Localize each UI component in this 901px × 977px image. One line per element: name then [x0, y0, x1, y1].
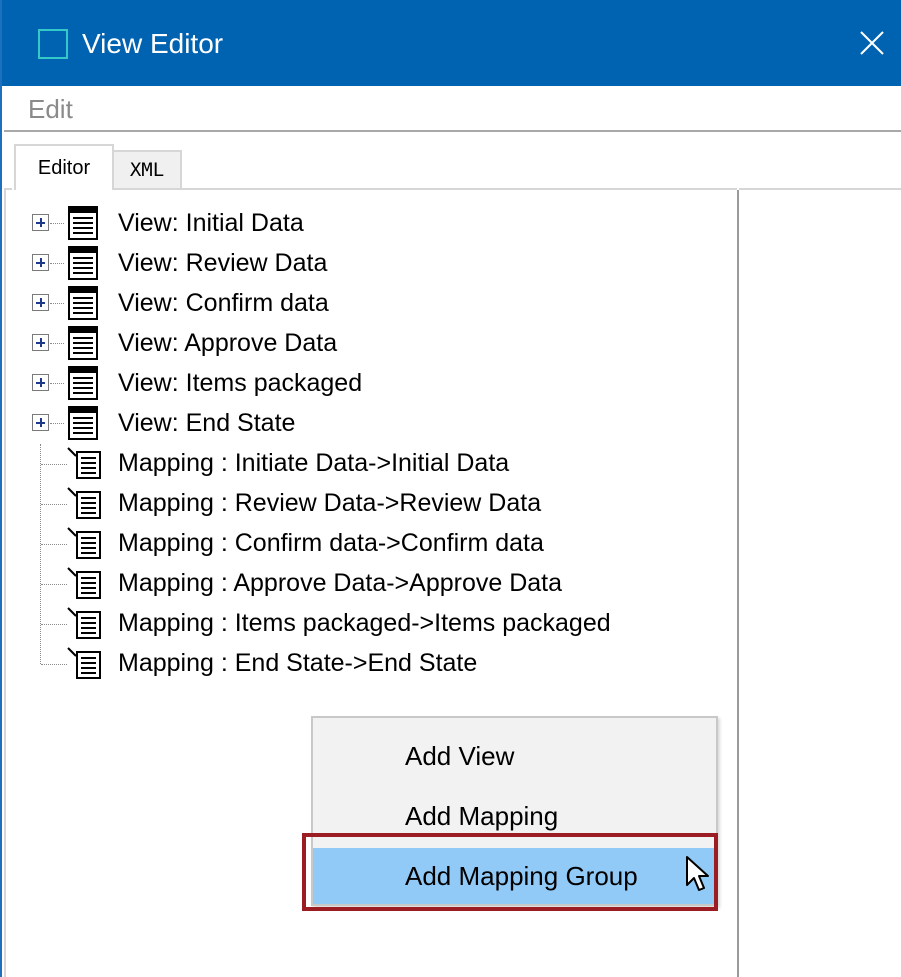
tree-item-label: View: Items packaged [118, 368, 363, 397]
mouse-cursor-icon [686, 856, 709, 891]
mapping-icon [67, 607, 101, 639]
tree-item-mapping[interactable]: Mapping : Approve Data->Approve Data [32, 563, 562, 603]
expand-icon[interactable] [32, 414, 49, 431]
mapping-icon [67, 567, 101, 599]
tree-item-view[interactable]: View: Review Data [32, 243, 327, 283]
app-window-icon [38, 29, 68, 59]
expand-icon[interactable] [32, 334, 49, 351]
panel-splitter[interactable] [737, 190, 739, 977]
list-icon [68, 326, 98, 360]
tab-editor[interactable]: Editor [14, 144, 114, 190]
tree-item-mapping[interactable]: Mapping : End State->End State [32, 643, 477, 683]
tree-item-view[interactable]: View: Initial Data [32, 203, 304, 243]
menu-bar: Edit [4, 86, 901, 132]
tree-item-label: View: Initial Data [118, 208, 304, 237]
title-bar: View Editor [2, 0, 901, 86]
list-icon [68, 406, 98, 440]
tree-item-label: View: Review Data [118, 248, 328, 277]
tree-item-label: Mapping : Confirm data->Confirm data [118, 528, 544, 557]
mapping-icon [67, 647, 101, 679]
list-icon [68, 206, 98, 240]
tree-item-mapping[interactable]: Mapping : Confirm data->Confirm data [32, 523, 544, 563]
close-icon [860, 31, 884, 55]
tree-item-label: Mapping : Initiate Data->Initial Data [118, 448, 510, 477]
tab-strip: Editor XML [4, 134, 901, 190]
window-title: View Editor [82, 28, 224, 59]
tree-item-view[interactable]: View: End State [32, 403, 295, 443]
menu-item-add-view[interactable]: Add View [313, 728, 716, 784]
tree-item-view[interactable]: View: Approve Data [32, 323, 337, 363]
tree-item-label: Mapping : Review Data->Review Data [118, 488, 542, 517]
menu-edit[interactable]: Edit [28, 94, 73, 125]
close-button[interactable] [847, 18, 897, 68]
expand-icon[interactable] [32, 254, 49, 271]
tree-item-mapping[interactable]: Mapping : Initiate Data->Initial Data [32, 443, 509, 483]
tab-xml[interactable]: XML [114, 150, 182, 190]
mapping-icon [67, 487, 101, 519]
expand-icon[interactable] [32, 294, 49, 311]
expand-icon[interactable] [32, 374, 49, 391]
tree-item-label: View: Confirm data [118, 288, 329, 317]
tree-item-label: Mapping : End State->End State [118, 648, 478, 677]
mapping-icon [67, 447, 101, 479]
list-icon [68, 286, 98, 320]
tree-item-label: Mapping : Approve Data->Approve Data [118, 568, 563, 597]
list-icon [68, 366, 98, 400]
tree-item-mapping[interactable]: Mapping : Review Data->Review Data [32, 483, 541, 523]
panel-divider [739, 188, 901, 190]
tree-item-label: View: Approve Data [118, 328, 338, 357]
list-icon [68, 246, 98, 280]
tree-item-mapping[interactable]: Mapping : Items packaged->Items packaged [32, 603, 611, 643]
tree-item-label: Mapping : Items packaged->Items packaged [118, 608, 611, 637]
tree-item-label: View: End State [118, 408, 296, 437]
expand-icon[interactable] [32, 214, 49, 231]
mapping-icon [67, 527, 101, 559]
tree-item-view[interactable]: View: Confirm data [32, 283, 329, 323]
highlight-annotation [302, 833, 718, 911]
tree-item-view[interactable]: View: Items packaged [32, 363, 362, 403]
view-editor-window: View Editor Edit Editor XML View: Initia… [0, 0, 901, 977]
